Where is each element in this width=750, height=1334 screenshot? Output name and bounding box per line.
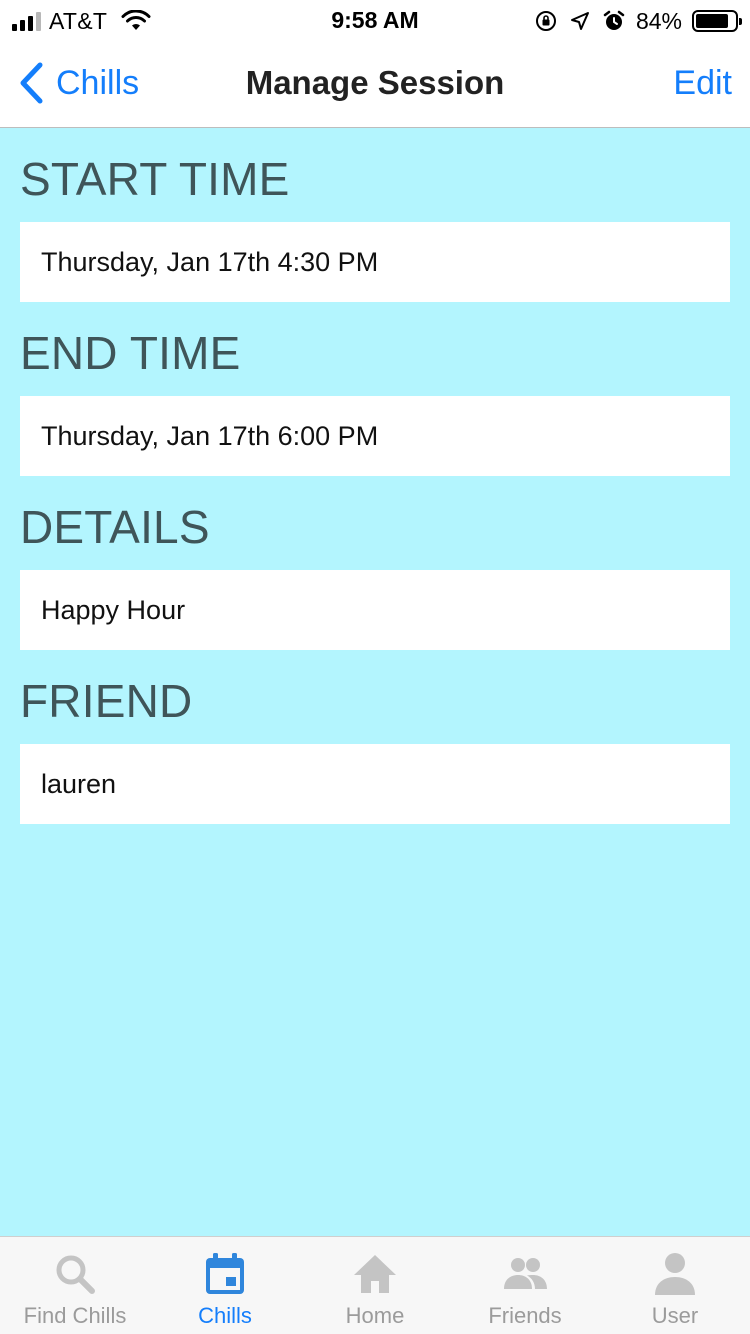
tab-user[interactable]: User: [600, 1237, 750, 1334]
battery-percentage: 84%: [635, 7, 682, 34]
page-title: Manage Session: [245, 64, 505, 101]
tab-label: Find Chills: [23, 1303, 127, 1328]
user-icon: [655, 1253, 695, 1295]
end-time-heading: END TIME: [20, 327, 241, 379]
location-arrow-icon: [570, 12, 589, 30]
tab-label: User: [651, 1303, 699, 1328]
alarm-icon: [603, 10, 625, 30]
start-time-heading: START TIME: [20, 153, 290, 205]
battery-level: [696, 14, 728, 28]
friend-heading: FRIEND: [20, 675, 193, 727]
battery-icon: [692, 10, 742, 32]
status-right: 84%: [534, 6, 742, 36]
tab-home[interactable]: Home: [300, 1237, 450, 1334]
status-bar: AT&T 9:58 AM 84%: [0, 0, 750, 40]
tab-friends[interactable]: Friends: [450, 1237, 600, 1334]
calendar-icon: [206, 1253, 244, 1294]
edit-button[interactable]: Edit: [673, 64, 732, 103]
tab-label: Chills: [198, 1303, 252, 1328]
home-icon: [354, 1255, 396, 1293]
tab-find-chills[interactable]: Find Chills: [0, 1237, 150, 1334]
tab-label: Friends: [488, 1303, 562, 1328]
details-heading: DETAILS: [20, 501, 210, 553]
tab-chills[interactable]: Chills: [150, 1237, 300, 1334]
search-icon: [56, 1255, 95, 1294]
friend-field[interactable]: lauren: [20, 744, 730, 824]
manage-session-screen: AT&T 9:58 AM 84% Chills Manage Session E…: [0, 0, 750, 1334]
orientation-lock-icon: [535, 11, 556, 31]
start-time-field[interactable]: Thursday, Jan 17th 4:30 PM: [20, 222, 730, 302]
friends-icon: [504, 1258, 547, 1289]
end-time-field[interactable]: Thursday, Jan 17th 6:00 PM: [20, 396, 730, 476]
tab-bar: Find Chills Chills Home Friends User: [0, 1236, 750, 1334]
navigation-bar: Chills Manage Session Edit: [0, 40, 750, 128]
details-field[interactable]: Happy Hour: [20, 570, 730, 650]
tab-label: Home: [345, 1303, 405, 1328]
